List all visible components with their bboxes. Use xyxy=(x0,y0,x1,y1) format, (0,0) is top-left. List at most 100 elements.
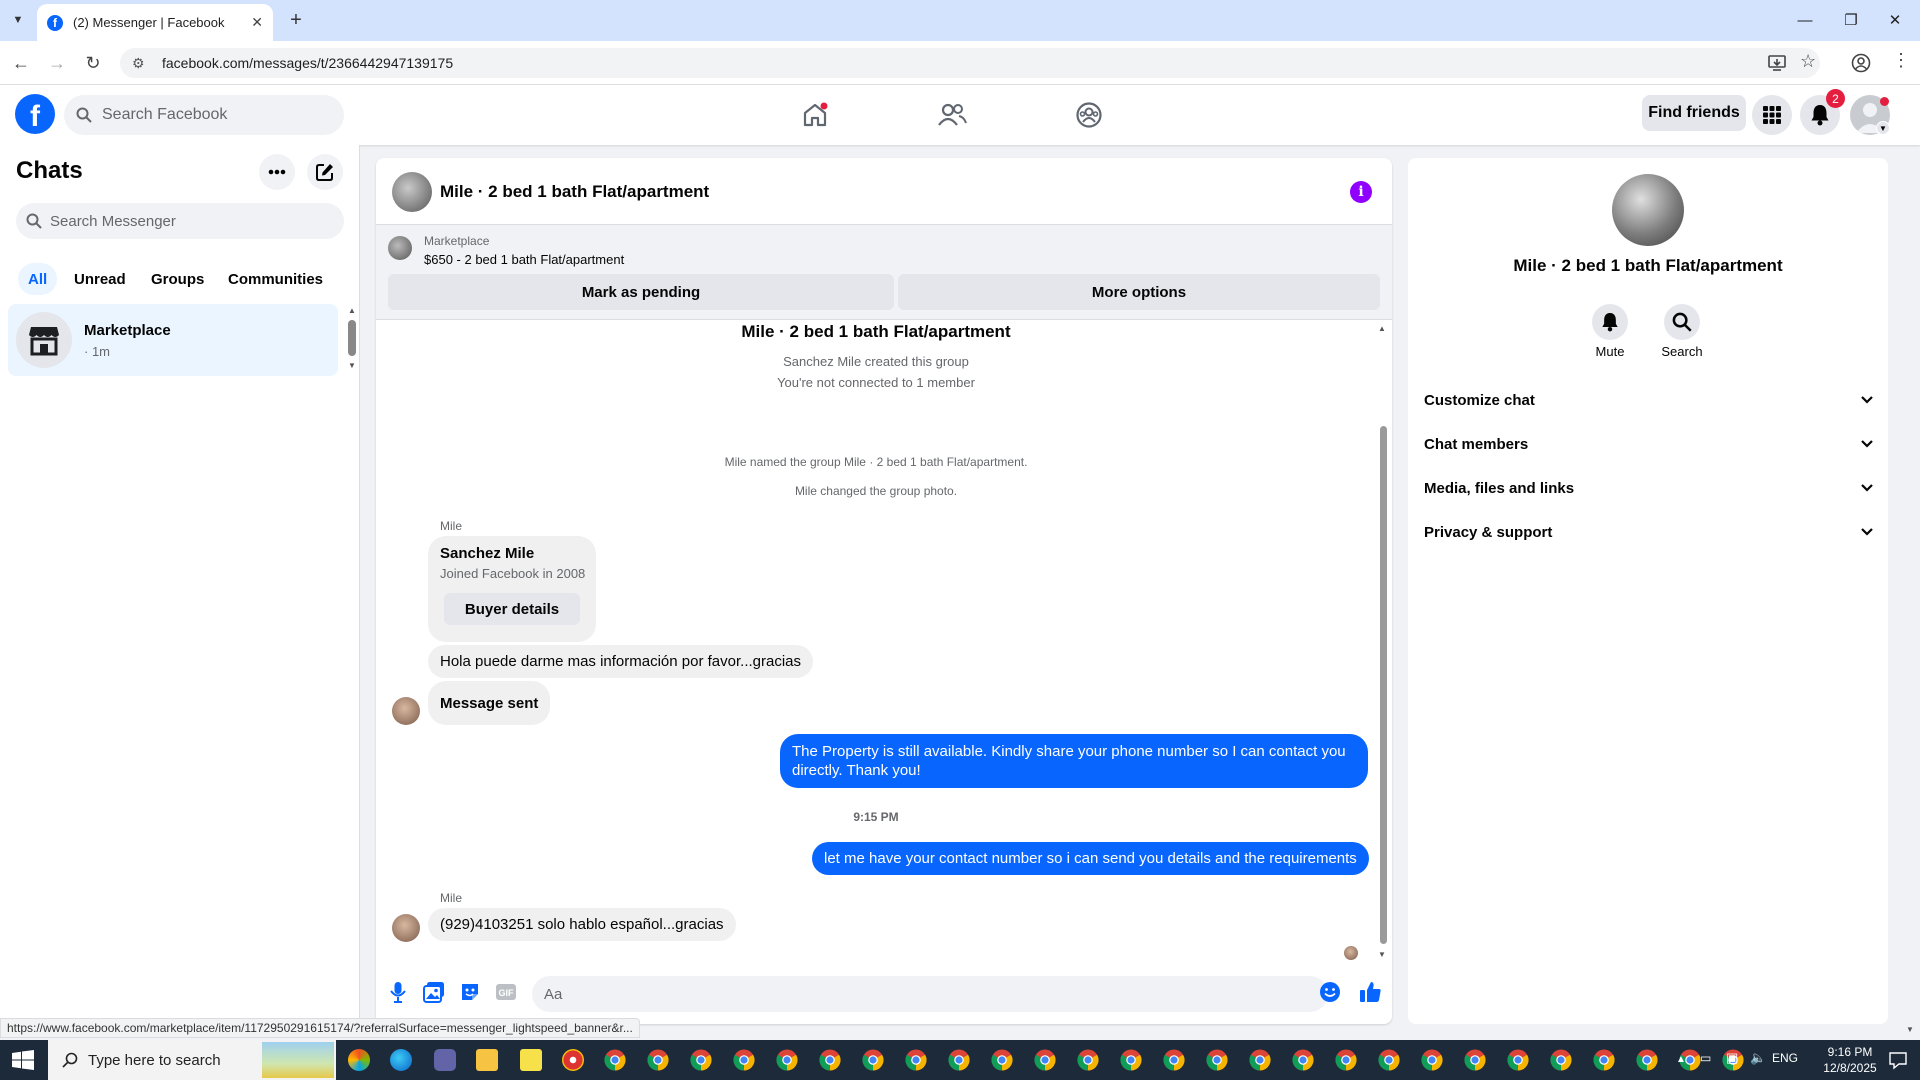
profile-icon[interactable] xyxy=(1850,52,1872,74)
account-chevron-icon[interactable]: ▼ xyxy=(1876,121,1890,135)
filter-unread-tab[interactable]: Unread xyxy=(64,263,136,295)
notification-center-icon[interactable] xyxy=(1888,1050,1908,1070)
messenger-search-placeholder: Search Messenger xyxy=(50,212,176,230)
filter-communities-tab[interactable]: Communities xyxy=(218,263,333,295)
menu-grid-button[interactable] xyxy=(1752,95,1792,135)
groups-nav-icon[interactable] xyxy=(1069,97,1109,133)
minimize-button[interactable]: — xyxy=(1790,8,1820,32)
page-scroll-down-icon[interactable]: ▼ xyxy=(1906,1025,1914,1034)
search-in-conversation-button[interactable] xyxy=(1664,304,1700,340)
buyer-name: Sanchez Mile xyxy=(440,545,535,562)
customize-chat-section[interactable]: Customize chat xyxy=(1424,382,1874,418)
tab-title: (2) Messenger | Facebook xyxy=(73,15,225,30)
home-nav-icon[interactable] xyxy=(795,97,835,133)
tray-language[interactable]: ENG xyxy=(1772,1051,1798,1065)
listing-thumbnail[interactable] xyxy=(388,236,412,260)
conversation-title[interactable]: Mile · 2 bed 1 bath Flat/apartment xyxy=(440,182,709,202)
seen-indicator-avatar xyxy=(1344,946,1358,960)
media-app-icon[interactable] xyxy=(562,1049,584,1071)
mark-as-pending-button[interactable]: Mark as pending xyxy=(388,274,894,310)
sender-name: Mile xyxy=(440,891,463,905)
tab-search-icon[interactable]: ▼ xyxy=(8,10,28,30)
bell-icon xyxy=(1602,313,1618,332)
close-window-button[interactable]: ✕ xyxy=(1880,8,1910,32)
new-tab-button[interactable]: + xyxy=(284,8,308,32)
photo-icon[interactable] xyxy=(422,980,446,1004)
back-icon[interactable]: ← xyxy=(8,50,34,76)
more-options-button[interactable]: More options xyxy=(898,274,1380,310)
incoming-message[interactable]: Hola puede darme mas información por fav… xyxy=(428,645,814,678)
filter-groups-tab[interactable]: Groups xyxy=(141,263,214,295)
browser-tab[interactable]: f (2) Messenger | Facebook ✕ xyxy=(37,4,273,41)
info-chat-name: Mile · 2 bed 1 bath Flat/apartment xyxy=(1513,256,1783,275)
sticker-icon[interactable] xyxy=(458,980,482,1004)
find-friends-button[interactable]: Find friends xyxy=(1642,95,1746,131)
reload-icon[interactable]: ↻ xyxy=(80,50,106,76)
install-app-icon[interactable] xyxy=(1766,52,1788,74)
chat-members-section[interactable]: Chat members xyxy=(1424,426,1874,462)
tray-network-icon[interactable]: ▭ xyxy=(1700,1051,1711,1065)
new-message-button[interactable] xyxy=(307,154,343,190)
file-explorer-app-icon[interactable] xyxy=(476,1049,498,1071)
tray-clock[interactable]: 9:16 PM 12/8/2025 xyxy=(1818,1044,1882,1076)
mute-button[interactable] xyxy=(1592,304,1628,340)
buyer-details-button[interactable]: Buyer details xyxy=(444,593,580,625)
group-created-text: Sanchez Mile created this group xyxy=(783,354,969,369)
emoji-icon[interactable] xyxy=(1318,980,1342,1004)
tray-overflow-icon[interactable]: ▲ xyxy=(1676,1054,1686,1065)
tray-display-icon[interactable]: ▣ xyxy=(1726,1050,1738,1066)
chat-options-button[interactable] xyxy=(259,154,295,190)
group-photo[interactable] xyxy=(1612,174,1684,246)
facebook-favicon-icon: f xyxy=(47,14,63,31)
conversation-info-icon[interactable]: i xyxy=(1350,181,1372,203)
link-status-bar: https://www.facebook.com/marketplace/ite… xyxy=(0,1018,640,1038)
chats-scrollbar[interactable] xyxy=(348,320,356,356)
forward-icon[interactable]: → xyxy=(44,50,70,76)
tray-volume-icon[interactable]: 🔈 xyxy=(1750,1050,1766,1066)
messenger-search-input[interactable]: Search Messenger xyxy=(16,203,344,239)
scroll-down-arrow-icon[interactable]: ▼ xyxy=(348,361,356,370)
media-files-links-section[interactable]: Media, files and links xyxy=(1424,470,1874,506)
sender-avatar[interactable] xyxy=(392,914,420,942)
gif-icon[interactable]: GIF xyxy=(494,980,518,1004)
conversation-scrollbar[interactable] xyxy=(1380,426,1387,944)
group-renamed-text: Mile named the group Mile · 2 bed 1 bath… xyxy=(724,455,1028,469)
taskbar-search-placeholder: Type here to search xyxy=(88,1051,221,1069)
outgoing-message[interactable]: let me have your contact number so i can… xyxy=(812,842,1369,875)
section-label: Media, files and links xyxy=(1424,479,1575,497)
privacy-support-section[interactable]: Privacy & support xyxy=(1424,514,1874,550)
facebook-logo[interactable]: f xyxy=(15,94,55,134)
teams-app-icon[interactable] xyxy=(434,1049,456,1071)
sender-avatar[interactable] xyxy=(392,697,420,725)
listing-title[interactable]: $650 - 2 bed 1 bath Flat/apartment xyxy=(424,252,624,267)
windows-start-icon[interactable] xyxy=(12,1050,36,1070)
incoming-message-sent[interactable]: Message sent xyxy=(428,681,551,725)
copilot-app-icon[interactable] xyxy=(348,1049,370,1071)
search-icon xyxy=(62,1052,78,1068)
filter-all-tab[interactable]: All xyxy=(18,263,58,295)
tab-close-icon[interactable]: ✕ xyxy=(251,14,263,31)
bookmark-star-icon[interactable]: ☆ xyxy=(1800,51,1816,72)
incoming-message[interactable]: (929)4103251 solo hablo español...gracia… xyxy=(428,908,736,941)
edge-app-icon[interactable] xyxy=(390,1049,412,1071)
notification-count-badge: 2 xyxy=(1826,89,1845,108)
facebook-search-input[interactable]: Search Facebook xyxy=(64,95,344,135)
scroll-up-arrow-icon[interactable]: ▲ xyxy=(1378,324,1386,333)
scroll-down-arrow-icon[interactable]: ▼ xyxy=(1378,950,1386,959)
friends-nav-icon[interactable] xyxy=(932,97,972,133)
conversation-avatar[interactable] xyxy=(392,172,432,212)
like-thumbs-up-icon[interactable] xyxy=(1358,980,1382,1004)
restore-button[interactable]: ❐ xyxy=(1836,8,1866,32)
chat-item-name: Marketplace xyxy=(84,322,171,339)
site-info-icon[interactable]: ⚙ xyxy=(132,55,148,72)
message-input[interactable]: Aa xyxy=(532,976,1328,1012)
address-bar[interactable]: ⚙ facebook.com/messages/t/23664429471391… xyxy=(120,48,1820,78)
outgoing-message[interactable]: The Property is still available. Kindly … xyxy=(780,734,1368,788)
browser-menu-icon[interactable]: ⋮ xyxy=(1892,50,1910,71)
microphone-icon[interactable] xyxy=(386,980,410,1004)
account-alert-dot xyxy=(1880,97,1889,106)
taskbar-chrome-windows[interactable] xyxy=(604,1049,1748,1071)
bell-icon xyxy=(1811,105,1829,126)
sticky-notes-app-icon[interactable] xyxy=(520,1049,542,1071)
scroll-up-arrow-icon[interactable]: ▲ xyxy=(348,306,356,315)
